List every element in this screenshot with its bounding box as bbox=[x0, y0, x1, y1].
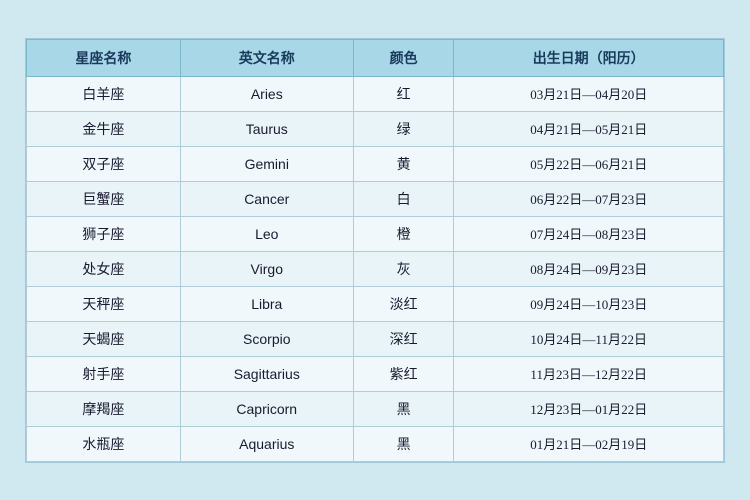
cell-chinese-name: 狮子座 bbox=[27, 216, 181, 251]
cell-english-name: Aquarius bbox=[180, 426, 353, 461]
table-row: 狮子座Leo橙07月24日—08月23日 bbox=[27, 216, 724, 251]
cell-dates: 06月22日—07月23日 bbox=[454, 181, 724, 216]
cell-color: 灰 bbox=[353, 251, 454, 286]
header-chinese-name: 星座名称 bbox=[27, 39, 181, 76]
table-row: 金牛座Taurus绿04月21日—05月21日 bbox=[27, 111, 724, 146]
table-row: 摩羯座Capricorn黑12月23日—01月22日 bbox=[27, 391, 724, 426]
cell-color: 橙 bbox=[353, 216, 454, 251]
cell-color: 深红 bbox=[353, 321, 454, 356]
cell-chinese-name: 金牛座 bbox=[27, 111, 181, 146]
cell-color: 绿 bbox=[353, 111, 454, 146]
cell-dates: 05月22日—06月21日 bbox=[454, 146, 724, 181]
cell-english-name: Sagittarius bbox=[180, 356, 353, 391]
cell-dates: 12月23日—01月22日 bbox=[454, 391, 724, 426]
zodiac-table: 星座名称 英文名称 颜色 出生日期（阳历） 白羊座Aries红03月21日—04… bbox=[26, 39, 724, 462]
cell-english-name: Virgo bbox=[180, 251, 353, 286]
table-row: 水瓶座Aquarius黑01月21日—02月19日 bbox=[27, 426, 724, 461]
cell-chinese-name: 射手座 bbox=[27, 356, 181, 391]
cell-english-name: Gemini bbox=[180, 146, 353, 181]
header-color: 颜色 bbox=[353, 39, 454, 76]
cell-color: 淡红 bbox=[353, 286, 454, 321]
cell-dates: 08月24日—09月23日 bbox=[454, 251, 724, 286]
cell-dates: 04月21日—05月21日 bbox=[454, 111, 724, 146]
cell-color: 黑 bbox=[353, 426, 454, 461]
cell-dates: 10月24日—11月22日 bbox=[454, 321, 724, 356]
cell-color: 黄 bbox=[353, 146, 454, 181]
cell-color: 黑 bbox=[353, 391, 454, 426]
cell-english-name: Aries bbox=[180, 76, 353, 111]
table-row: 处女座Virgo灰08月24日—09月23日 bbox=[27, 251, 724, 286]
cell-english-name: Cancer bbox=[180, 181, 353, 216]
cell-english-name: Scorpio bbox=[180, 321, 353, 356]
cell-chinese-name: 白羊座 bbox=[27, 76, 181, 111]
cell-color: 白 bbox=[353, 181, 454, 216]
cell-color: 红 bbox=[353, 76, 454, 111]
cell-dates: 09月24日—10月23日 bbox=[454, 286, 724, 321]
cell-english-name: Capricorn bbox=[180, 391, 353, 426]
table-row: 双子座Gemini黄05月22日—06月21日 bbox=[27, 146, 724, 181]
table-row: 白羊座Aries红03月21日—04月20日 bbox=[27, 76, 724, 111]
zodiac-table-container: 星座名称 英文名称 颜色 出生日期（阳历） 白羊座Aries红03月21日—04… bbox=[25, 38, 725, 463]
cell-chinese-name: 处女座 bbox=[27, 251, 181, 286]
header-english-name: 英文名称 bbox=[180, 39, 353, 76]
cell-chinese-name: 摩羯座 bbox=[27, 391, 181, 426]
table-row: 天秤座Libra淡红09月24日—10月23日 bbox=[27, 286, 724, 321]
cell-english-name: Leo bbox=[180, 216, 353, 251]
cell-chinese-name: 巨蟹座 bbox=[27, 181, 181, 216]
cell-chinese-name: 天秤座 bbox=[27, 286, 181, 321]
header-dates: 出生日期（阳历） bbox=[454, 39, 724, 76]
cell-chinese-name: 天蝎座 bbox=[27, 321, 181, 356]
cell-english-name: Taurus bbox=[180, 111, 353, 146]
cell-chinese-name: 水瓶座 bbox=[27, 426, 181, 461]
cell-english-name: Libra bbox=[180, 286, 353, 321]
table-header-row: 星座名称 英文名称 颜色 出生日期（阳历） bbox=[27, 39, 724, 76]
cell-chinese-name: 双子座 bbox=[27, 146, 181, 181]
table-row: 射手座Sagittarius紫红11月23日—12月22日 bbox=[27, 356, 724, 391]
cell-dates: 03月21日—04月20日 bbox=[454, 76, 724, 111]
cell-dates: 01月21日—02月19日 bbox=[454, 426, 724, 461]
cell-dates: 11月23日—12月22日 bbox=[454, 356, 724, 391]
table-row: 天蝎座Scorpio深红10月24日—11月22日 bbox=[27, 321, 724, 356]
table-row: 巨蟹座Cancer白06月22日—07月23日 bbox=[27, 181, 724, 216]
cell-color: 紫红 bbox=[353, 356, 454, 391]
cell-dates: 07月24日—08月23日 bbox=[454, 216, 724, 251]
